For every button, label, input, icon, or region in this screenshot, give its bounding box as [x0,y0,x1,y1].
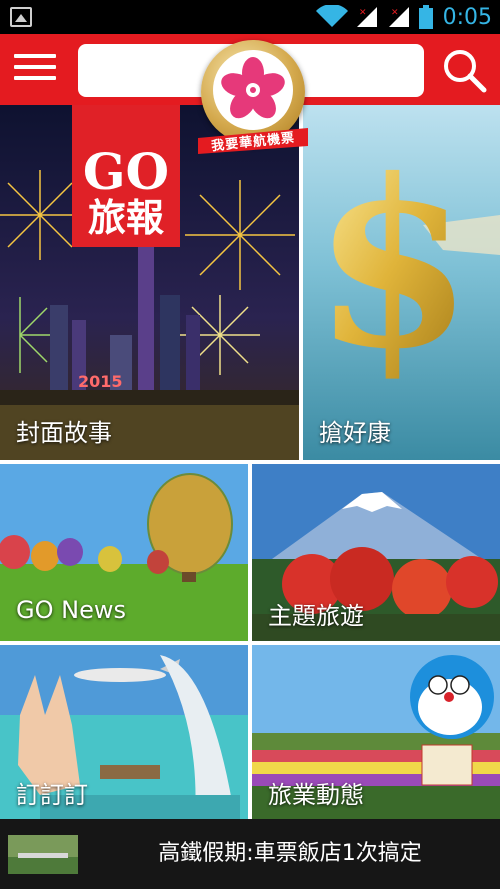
signal-icon-2: ✕ [388,7,409,27]
logo-ribbon[interactable]: 我要華航機票 [196,128,310,154]
status-icons: ✕ ✕ 0:05 [315,0,492,34]
tile-label-themes: 主題旅遊 [268,602,364,630]
tile-go-news[interactable]: GO News [0,464,248,641]
image-icon [10,7,32,27]
tile-cover-story[interactable]: 2015 GO 旅報 封面故事 [0,105,299,460]
svg-text:✕: ✕ [359,8,367,18]
go-banner-subtitle: 旅報 [87,196,164,240]
tile-label-news: GO News [16,596,126,624]
tile-theme-travel[interactable]: 主題旅遊 [252,464,500,641]
logo-badge-inner [213,50,293,130]
svg-text:$: $ [313,130,473,400]
tile-label-deals: 搶好康 [319,419,391,447]
plum-blossom-logo-icon [221,57,285,119]
wifi-icon [315,5,348,27]
dollar-sign-image: $ [303,105,500,460]
year-sign: 2015 [78,372,123,391]
ad-text: 高鐵假期:車票飯店1次搞定 [158,841,422,866]
signal-icon: ✕ [356,7,377,27]
status-time: 0:05 [442,4,492,30]
ad-banner[interactable]: 高鐵假期:車票飯店1次搞定 [0,819,500,889]
go-banner-title: GO [82,142,170,201]
battery-icon [418,5,433,29]
tile-label-booking: 訂訂訂 [16,781,88,809]
tile-industry-news[interactable]: 旅業動態 [252,645,500,819]
tile-booking[interactable]: 訂訂訂 [0,645,248,819]
tile-label-cover: 封面故事 [16,419,112,447]
search-icon[interactable] [441,47,487,93]
ad-thumbnail [8,835,78,874]
menu-icon[interactable] [14,54,56,86]
tile-label-industry: 旅業動態 [268,781,364,809]
go-magazine-banner: GO 旅報 [72,105,180,247]
svg-text:✕: ✕ [391,8,399,18]
tile-deals[interactable]: $ 搶好康 [303,105,500,460]
status-bar: ✕ ✕ 0:05 [0,0,500,34]
